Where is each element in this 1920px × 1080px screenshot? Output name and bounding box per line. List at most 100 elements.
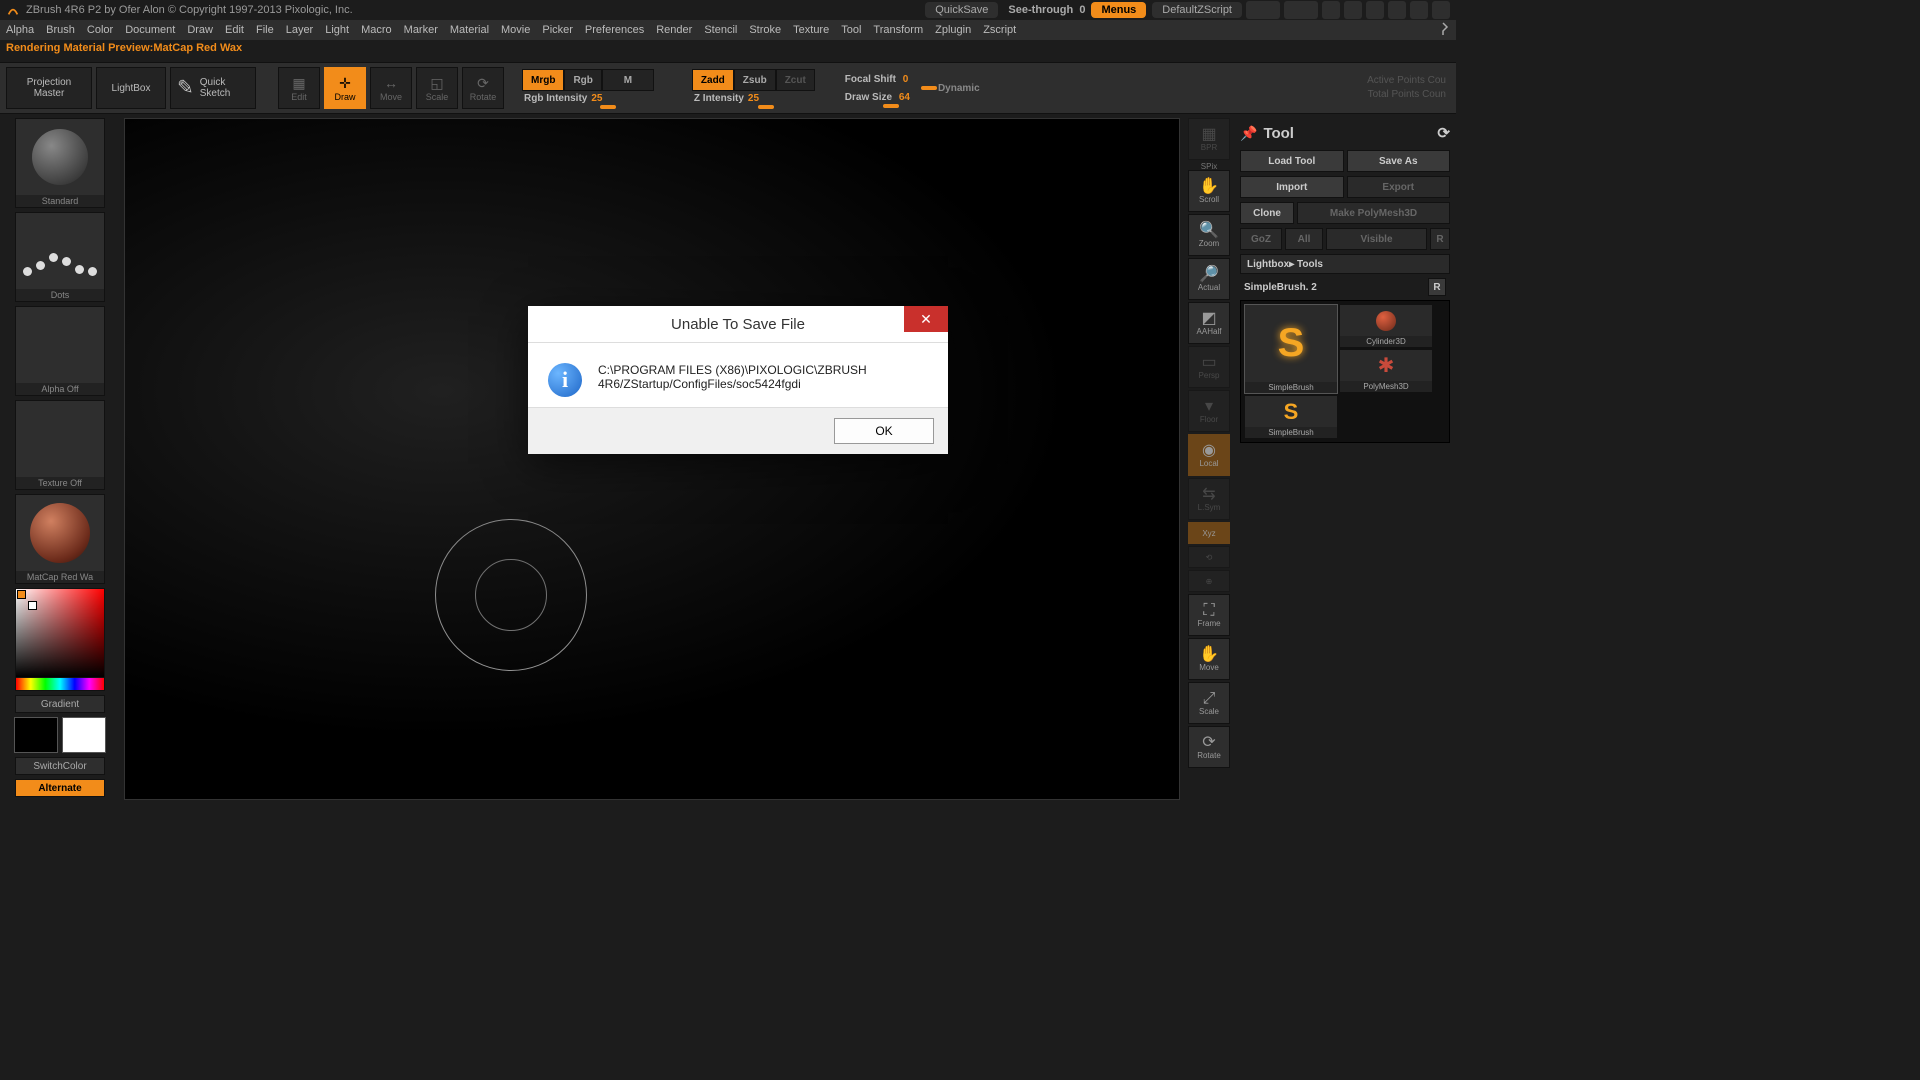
- texture-picker[interactable]: Texture Off: [15, 400, 105, 490]
- tool-thumb-polymesh[interactable]: ✱ PolyMesh3D: [1340, 350, 1432, 392]
- export-button[interactable]: Export: [1347, 176, 1451, 198]
- aahalf-button[interactable]: ◩AAHalf: [1188, 302, 1230, 344]
- bpr-button[interactable]: ▦BPR: [1188, 118, 1230, 160]
- m-toggle[interactable]: M: [602, 69, 654, 91]
- menu-render[interactable]: Render: [656, 24, 692, 36]
- canvas[interactable]: [124, 118, 1180, 800]
- tool-thumb-simplebrush-2[interactable]: S SimpleBrush: [1245, 396, 1337, 438]
- rotate-mode-button[interactable]: ⟳Rotate: [462, 67, 504, 109]
- slider-thumb-icon[interactable]: [758, 105, 774, 109]
- frame-button[interactable]: ⛶Frame: [1188, 594, 1230, 636]
- dialog-close-button[interactable]: ✕: [904, 306, 948, 332]
- menu-movie[interactable]: Movie: [501, 24, 530, 36]
- gradient-toggle[interactable]: Gradient: [15, 695, 105, 713]
- persp-button[interactable]: ▭Persp: [1188, 346, 1230, 388]
- panel-pin-icon[interactable]: [1436, 22, 1450, 39]
- menu-transform[interactable]: Transform: [873, 24, 923, 36]
- zadd-toggle[interactable]: Zadd: [692, 69, 734, 91]
- color-picker[interactable]: [15, 588, 105, 691]
- menu-brush[interactable]: Brush: [46, 24, 75, 36]
- move-mode-button[interactable]: ↔Move: [370, 67, 412, 109]
- menu-preferences[interactable]: Preferences: [585, 24, 644, 36]
- nav-move-button[interactable]: ✋Move: [1188, 638, 1230, 680]
- transpose-icon[interactable]: ⊕: [1188, 570, 1230, 592]
- seethrough-slider[interactable]: See-through 0: [1008, 4, 1085, 16]
- draw-size-slider[interactable]: Draw Size 64: [843, 88, 912, 106]
- brush-picker[interactable]: Standard: [15, 118, 105, 208]
- draw-mode-button[interactable]: ✛Draw: [324, 67, 366, 109]
- local-button[interactable]: ◉Local: [1188, 434, 1230, 476]
- tool-thumb-cylinder[interactable]: Cylinder3D: [1340, 305, 1432, 347]
- quick-sketch-button[interactable]: ✎ Quick Sketch: [170, 67, 256, 109]
- window-icon-1[interactable]: [1322, 1, 1340, 19]
- slider-thumb-icon[interactable]: [600, 105, 616, 109]
- menu-stroke[interactable]: Stroke: [749, 24, 781, 36]
- rgb-toggle[interactable]: Rgb: [564, 69, 601, 91]
- window-icon-2[interactable]: [1344, 1, 1362, 19]
- projection-master-button[interactable]: Projection Master: [6, 67, 92, 109]
- material-picker[interactable]: MatCap Red Wa: [15, 494, 105, 584]
- slider-thumb-icon[interactable]: [921, 86, 937, 90]
- goz-visible-button[interactable]: Visible: [1326, 228, 1427, 250]
- tool-thumb-simplebrush[interactable]: S SimpleBrush: [1245, 305, 1337, 393]
- menus-toggle[interactable]: Menus: [1091, 2, 1146, 18]
- switch-color-button[interactable]: SwitchColor: [15, 757, 105, 775]
- menu-marker[interactable]: Marker: [404, 24, 438, 36]
- cycle-icon[interactable]: ⟳: [1437, 124, 1450, 142]
- menu-zscript[interactable]: Zscript: [983, 24, 1016, 36]
- dynamic-toggle[interactable]: Dynamic: [936, 79, 982, 97]
- subtool-r-button[interactable]: R: [1428, 278, 1446, 296]
- zoom-button[interactable]: 🔍Zoom: [1188, 214, 1230, 256]
- focal-shift-slider[interactable]: Focal Shift 0: [843, 70, 912, 88]
- menu-zplugin[interactable]: Zplugin: [935, 24, 971, 36]
- goz-r-button[interactable]: R: [1430, 228, 1450, 250]
- tool-panel-header[interactable]: 📌 Tool ⟳: [1240, 120, 1450, 146]
- history-fwd-icon[interactable]: [1284, 1, 1318, 19]
- load-tool-button[interactable]: Load Tool: [1240, 150, 1344, 172]
- scale-mode-button[interactable]: ◱Scale: [416, 67, 458, 109]
- goz-all-button[interactable]: All: [1285, 228, 1323, 250]
- menu-layer[interactable]: Layer: [286, 24, 314, 36]
- quicksave-button[interactable]: QuickSave: [925, 2, 998, 18]
- swatch-secondary[interactable]: [14, 717, 58, 753]
- lock-icon[interactable]: [1366, 1, 1384, 19]
- stroke-picker[interactable]: Dots: [15, 212, 105, 302]
- history-back-icon[interactable]: [1246, 1, 1280, 19]
- nav-rotate-button[interactable]: ⟳Rotate: [1188, 726, 1230, 768]
- menu-color[interactable]: Color: [87, 24, 113, 36]
- menu-macro[interactable]: Macro: [361, 24, 392, 36]
- clone-button[interactable]: Clone: [1240, 202, 1294, 224]
- menu-file[interactable]: File: [256, 24, 274, 36]
- zcut-toggle[interactable]: Zcut: [776, 69, 815, 91]
- tool-breadcrumb[interactable]: Lightbox▸ Tools: [1240, 254, 1450, 274]
- goz-button[interactable]: GoZ: [1240, 228, 1282, 250]
- menu-texture[interactable]: Texture: [793, 24, 829, 36]
- default-zscript-button[interactable]: DefaultZScript: [1152, 2, 1242, 18]
- slider-thumb-icon[interactable]: [883, 104, 899, 108]
- menu-document[interactable]: Document: [125, 24, 175, 36]
- menu-alpha[interactable]: Alpha: [6, 24, 34, 36]
- alpha-picker[interactable]: Alpha Off: [15, 306, 105, 396]
- edit-mode-button[interactable]: ▦Edit: [278, 67, 320, 109]
- scroll-button[interactable]: ✋Scroll: [1188, 170, 1230, 212]
- ok-button[interactable]: OK: [834, 418, 934, 444]
- xyz-button[interactable]: Xyz: [1188, 522, 1230, 544]
- hue-strip[interactable]: [15, 678, 105, 691]
- z-intensity-slider[interactable]: Z Intensity25: [692, 89, 815, 107]
- import-button[interactable]: Import: [1240, 176, 1344, 198]
- lightbox-button[interactable]: LightBox: [96, 67, 166, 109]
- alternate-toggle[interactable]: Alternate: [15, 779, 105, 797]
- link-icon[interactable]: ⟲: [1188, 546, 1230, 568]
- nav-scale-button[interactable]: ⤢Scale: [1188, 682, 1230, 724]
- zsub-toggle[interactable]: Zsub: [734, 69, 776, 91]
- menu-light[interactable]: Light: [325, 24, 349, 36]
- menu-draw[interactable]: Draw: [187, 24, 213, 36]
- maximize-icon[interactable]: [1410, 1, 1428, 19]
- rgb-intensity-slider[interactable]: Rgb Intensity25: [522, 89, 654, 107]
- menu-stencil[interactable]: Stencil: [704, 24, 737, 36]
- swatch-primary[interactable]: [62, 717, 106, 753]
- lsym-button[interactable]: ⇆L.Sym: [1188, 478, 1230, 520]
- actual-button[interactable]: 🔎Actual: [1188, 258, 1230, 300]
- save-as-button[interactable]: Save As: [1347, 150, 1451, 172]
- menu-edit[interactable]: Edit: [225, 24, 244, 36]
